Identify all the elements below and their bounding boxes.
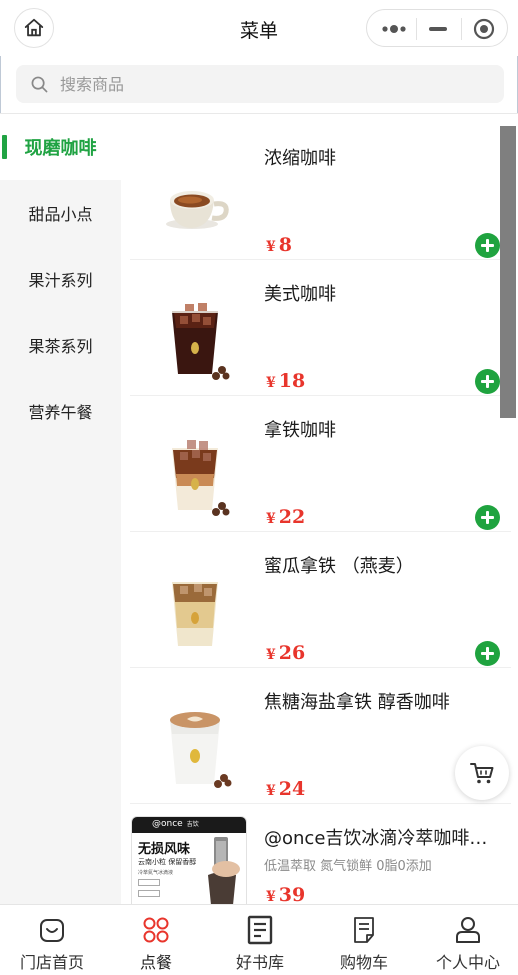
user-profile-icon	[456, 917, 480, 943]
tab-label: 门店首页	[19, 953, 84, 972]
sidebar-item-coffee[interactable]: 现磨咖啡	[0, 114, 121, 180]
scrollbar-thumb[interactable]	[500, 126, 516, 418]
product-name: 拿铁咖啡	[264, 420, 336, 441]
product-price: ¥39	[266, 884, 305, 904]
product-item[interactable]: 蜜瓜拿铁 （燕麦） ¥26	[130, 532, 511, 668]
product-item[interactable]: 美式咖啡 ¥18	[130, 260, 511, 396]
product-name: @once吉饮冰滴冷萃咖啡…	[264, 828, 488, 849]
currency-symbol: ¥	[266, 239, 276, 255]
cart-list-icon	[354, 917, 374, 943]
tab-profile[interactable]: 个人中心	[416, 905, 518, 975]
product-price: ¥24	[266, 778, 305, 800]
sidebar-item-juice[interactable]: 果汁系列	[0, 246, 121, 312]
tab-label: 点餐	[139, 953, 172, 972]
tab-order[interactable]: 点餐	[104, 905, 208, 975]
sidebar-item-label: 果茶系列	[28, 337, 93, 356]
package-brand-sub: 吉饮	[186, 821, 199, 828]
add-to-cart-button[interactable]	[475, 233, 500, 258]
product-name: 焦糖海盐拿铁 醇香咖啡	[264, 692, 450, 713]
order-grid-icon	[143, 917, 169, 943]
add-to-cart-button[interactable]	[475, 505, 500, 530]
minimize-icon[interactable]	[429, 27, 447, 31]
package-subline: 云南小粒 保留香醇	[138, 858, 197, 866]
sidebar-item-fruit-tea[interactable]: 果茶系列	[0, 312, 121, 378]
shop-bag-icon	[40, 919, 64, 942]
category-sidebar: 现磨咖啡 甜品小点 果汁系列 果茶系列 营养午餐	[0, 114, 121, 904]
latte-cup-image	[172, 440, 230, 516]
tab-book-library[interactable]: 好书库	[208, 905, 312, 975]
sidebar-item-label: 果汁系列	[28, 271, 93, 290]
more-dots-icon[interactable]	[381, 23, 407, 35]
americano-cup-image	[172, 303, 230, 380]
tab-store-home[interactable]: 门店首页	[0, 905, 104, 975]
search-icon	[31, 76, 48, 93]
currency-symbol: ¥	[266, 783, 276, 799]
product-description: 低温萃取 氮气锁鲜 0脂0添加	[264, 859, 432, 874]
capsule-divider	[461, 18, 462, 40]
sidebar-item-label: 营养午餐	[28, 403, 93, 422]
tab-label: 购物车	[339, 953, 388, 972]
package-note: 冷萃氮气冰滴液	[138, 870, 174, 876]
product-item[interactable]: 拿铁咖啡 ¥22	[130, 396, 511, 532]
sidebar-item-desserts[interactable]: 甜品小点	[0, 180, 121, 246]
close-target-icon[interactable]	[473, 18, 495, 40]
product-price: ¥26	[266, 642, 305, 664]
price-value: 26	[278, 642, 306, 664]
search-bar[interactable]	[16, 65, 504, 103]
add-to-cart-button[interactable]	[475, 369, 500, 394]
product-item[interactable]: @once 吉饮 无损风味 云南小粒 保留香醇 冷萃氮气冰滴液 @once吉饮冰滴…	[130, 804, 511, 904]
product-name: 美式咖啡	[264, 284, 336, 305]
capsule-divider	[416, 18, 417, 40]
package-brand: @once	[152, 819, 183, 829]
add-to-cart-button[interactable]	[475, 641, 500, 666]
melon-latte-cup-image	[172, 582, 218, 646]
search-input[interactable]	[60, 65, 480, 103]
product-price: ¥22	[266, 506, 305, 528]
product-price: ¥8	[266, 234, 292, 256]
nav-bar: 菜单	[0, 0, 518, 56]
hot-latte-cup-image	[170, 712, 232, 788]
product-name: 蜜瓜拿铁 （燕麦）	[264, 556, 414, 577]
espresso-cup-image	[166, 191, 229, 229]
tab-label: 好书库	[235, 953, 284, 972]
book-library-icon	[247, 915, 273, 945]
package-headline: 无损风味	[138, 842, 191, 857]
tab-label: 个人中心	[435, 953, 500, 972]
price-value: 8	[278, 234, 292, 256]
bottom-tab-bar: 门店首页 点餐 好书库 购物车 个人中心	[0, 904, 518, 975]
product-item[interactable]: 浓缩咖啡 ¥8	[130, 124, 511, 260]
sidebar-item-label: 甜品小点	[28, 205, 93, 224]
sidebar-item-label: 现磨咖啡	[24, 138, 97, 159]
shopping-cart-icon	[470, 763, 494, 784]
tab-cart[interactable]: 购物车	[312, 905, 416, 975]
floating-cart-button[interactable]	[455, 746, 509, 800]
currency-symbol: ¥	[266, 647, 276, 663]
product-item[interactable]: 焦糖海盐拿铁 醇香咖啡 ¥24	[130, 668, 511, 804]
price-value: 18	[278, 370, 306, 392]
cold-brew-package-image: @once 吉饮 无损风味 云南小粒 保留香醇 冷萃氮气冰滴液	[131, 816, 247, 904]
currency-symbol: ¥	[266, 511, 276, 527]
price-value: 24	[278, 778, 306, 800]
sidebar-item-lunch[interactable]: 营养午餐	[0, 378, 121, 444]
product-price: ¥18	[266, 370, 305, 392]
currency-symbol: ¥	[266, 889, 276, 904]
price-value: 22	[278, 506, 306, 528]
mini-program-capsule	[366, 9, 508, 47]
price-value: 39	[278, 884, 306, 904]
product-name: 浓缩咖啡	[264, 148, 336, 169]
currency-symbol: ¥	[266, 375, 276, 391]
